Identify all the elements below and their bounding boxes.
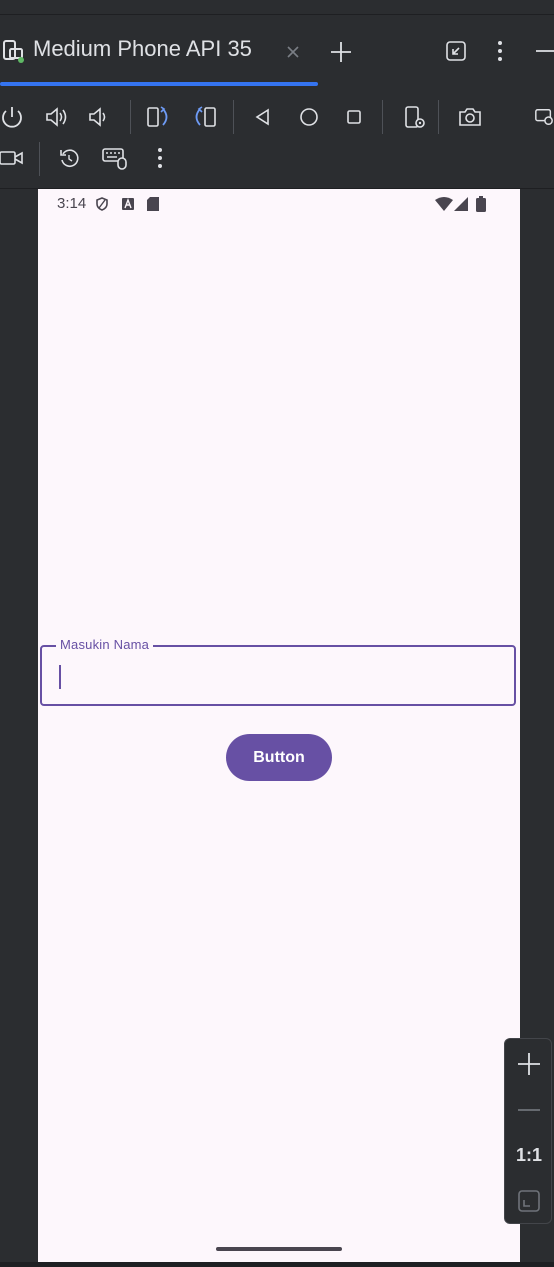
name-input-label: Masukin Nama: [56, 637, 154, 652]
text-cursor: [59, 665, 61, 689]
toolbar-separator: [39, 142, 40, 176]
emulator-toolbar: [0, 90, 554, 189]
overview-icon[interactable]: [343, 104, 365, 130]
status-bar: 3:14: [38, 189, 520, 219]
more-options-icon[interactable]: [490, 39, 510, 63]
home-icon[interactable]: [297, 104, 321, 130]
mirror-icon[interactable]: [534, 104, 554, 130]
minimize-icon[interactable]: [534, 39, 554, 63]
keyboard-mouse-icon[interactable]: [101, 146, 129, 170]
battery-icon: [475, 195, 487, 213]
device-screen[interactable]: 3:14 Masukin Nama Button: [38, 189, 520, 1267]
rotate-right-icon[interactable]: [191, 104, 219, 130]
name-input-field[interactable]: Masukin Nama: [40, 637, 516, 706]
tab-bar: Medium Phone API 35: [0, 15, 554, 86]
submit-button[interactable]: Button: [226, 734, 332, 781]
toolbar-separator: [233, 100, 234, 134]
device-settings-icon[interactable]: [402, 104, 428, 132]
cellular-signal-icon: [453, 196, 469, 212]
device-icon: [2, 39, 24, 63]
more-icon[interactable]: [151, 146, 169, 170]
wifi-icon: [435, 196, 453, 212]
toolbar-separator: [382, 100, 383, 134]
gesture-nav-bar[interactable]: [216, 1247, 342, 1251]
toolbar-separator: [438, 100, 439, 134]
window-top-strip: [0, 0, 554, 15]
zoom-controls: 1:1: [504, 1038, 552, 1224]
volume-down-icon[interactable]: [87, 104, 111, 130]
reset-icon[interactable]: [57, 146, 81, 170]
zoom-in-icon[interactable]: [516, 1051, 542, 1077]
record-icon[interactable]: [0, 146, 24, 170]
rotate-left-icon[interactable]: [145, 104, 173, 130]
camera-icon[interactable]: [456, 104, 484, 130]
status-time: 3:14: [57, 195, 87, 212]
sd-card-icon: [146, 196, 160, 212]
power-icon[interactable]: [0, 104, 24, 130]
toolbar-separator: [130, 100, 131, 134]
volume-up-icon[interactable]: [43, 104, 71, 130]
vpn-shield-icon: [95, 196, 109, 212]
collapse-window-icon[interactable]: [444, 39, 468, 63]
close-tab-icon[interactable]: [283, 42, 303, 62]
tab-title: Medium Phone API 35: [33, 36, 252, 61]
accessibility-icon: [122, 197, 134, 211]
back-icon[interactable]: [252, 104, 274, 130]
zoom-reset-button[interactable]: 1:1: [505, 1145, 553, 1166]
active-tab-indicator: [0, 82, 318, 86]
add-tab-icon[interactable]: [328, 39, 354, 65]
zoom-out-icon[interactable]: [516, 1097, 542, 1123]
fit-screen-icon[interactable]: [517, 1189, 541, 1213]
window-bottom-strip: [0, 1262, 554, 1267]
